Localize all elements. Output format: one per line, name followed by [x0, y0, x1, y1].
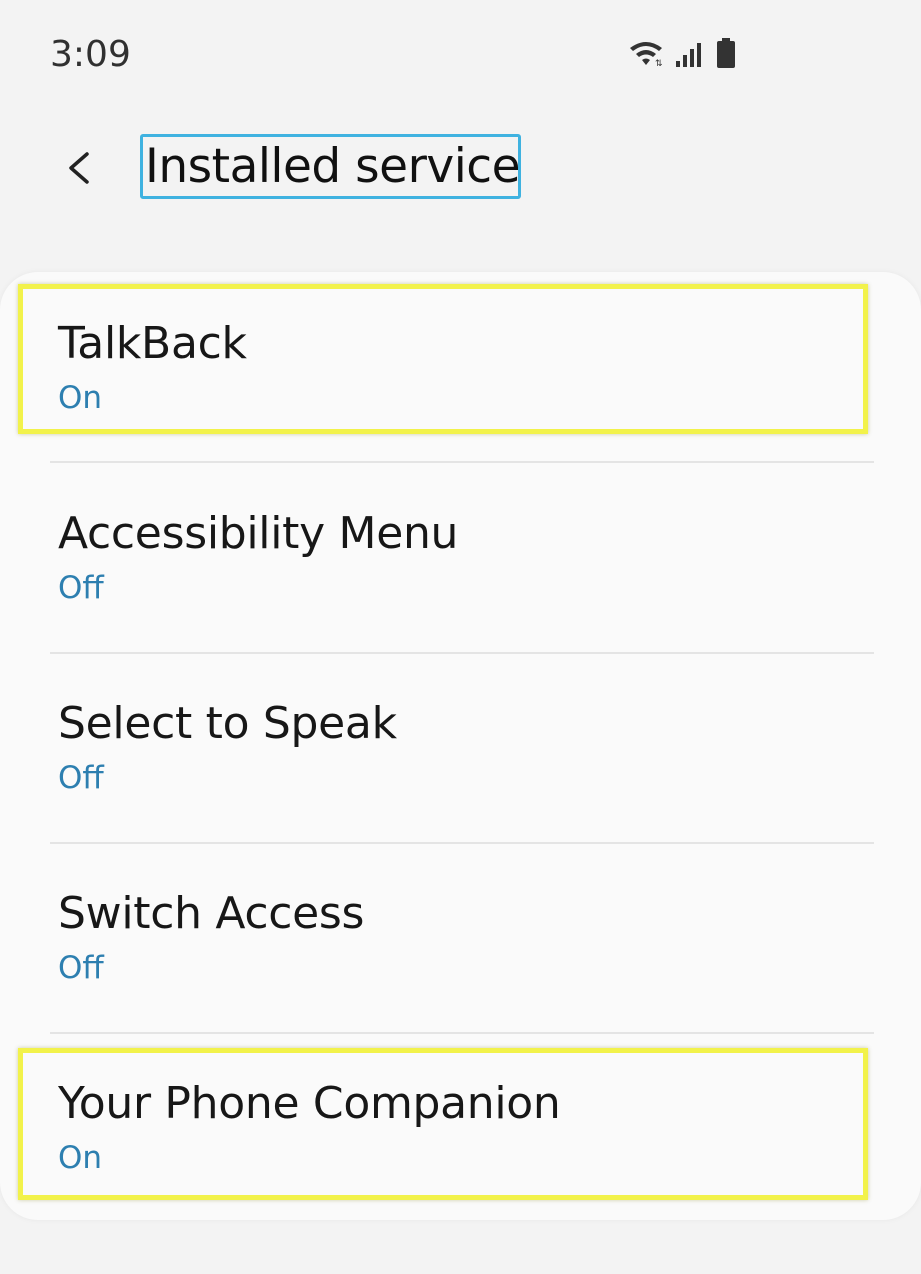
- chevron-left-icon: [69, 152, 89, 184]
- back-button[interactable]: [55, 138, 115, 198]
- service-name: Your Phone Companion: [58, 1078, 561, 1129]
- services-list: TalkBack On Accessibility Menu Off Selec…: [0, 272, 921, 1220]
- status-icons: ⇅: [628, 36, 748, 76]
- service-name: TalkBack: [58, 318, 247, 369]
- service-status: Off: [58, 950, 104, 986]
- list-item-switch-access[interactable]: Switch Access Off: [0, 842, 921, 1032]
- status-bar: 3:09 ⇅: [0, 0, 921, 110]
- service-status: Off: [58, 570, 104, 606]
- list-item-your-phone-companion[interactable]: Your Phone Companion On: [0, 1032, 921, 1222]
- service-status: On: [58, 380, 103, 416]
- list-item-select-to-speak[interactable]: Select to Speak Off: [0, 652, 921, 842]
- list-item-talkback[interactable]: TalkBack On: [0, 272, 921, 462]
- battery-icon: [717, 38, 735, 68]
- service-name: Accessibility Menu: [58, 508, 459, 559]
- wifi-icon: ⇅: [630, 42, 663, 69]
- signal-icon: [676, 43, 701, 67]
- status-time: 3:09: [50, 34, 131, 75]
- service-status: On: [58, 1140, 103, 1176]
- page-title: Installed services: [140, 134, 521, 199]
- list-item-accessibility-menu[interactable]: Accessibility Menu Off: [0, 462, 921, 652]
- service-name: Select to Speak: [58, 698, 397, 749]
- svg-text:⇅: ⇅: [655, 59, 663, 69]
- header: Installed services: [0, 120, 921, 220]
- service-name: Switch Access: [58, 888, 365, 939]
- service-status: Off: [58, 760, 104, 796]
